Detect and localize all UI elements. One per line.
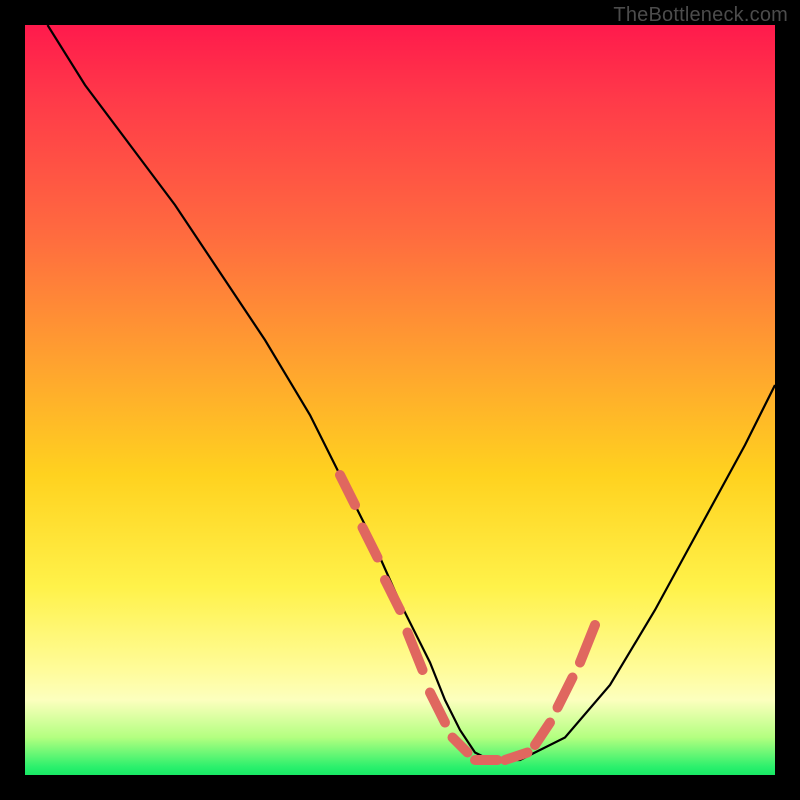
highlight-dash [580,625,595,663]
highlight-dash [363,528,378,558]
highlight-dash [505,753,528,761]
highlight-dash [558,678,573,708]
highlight-dash [385,580,400,610]
curve-svg [25,25,775,775]
highlight-dash [340,475,355,505]
highlight-dash-group [340,475,595,760]
highlight-dash [535,723,550,746]
plot-area [25,25,775,775]
highlight-dash [408,633,423,671]
outer-black-frame: TheBottleneck.com [0,0,800,800]
watermark-text: TheBottleneck.com [613,4,788,27]
